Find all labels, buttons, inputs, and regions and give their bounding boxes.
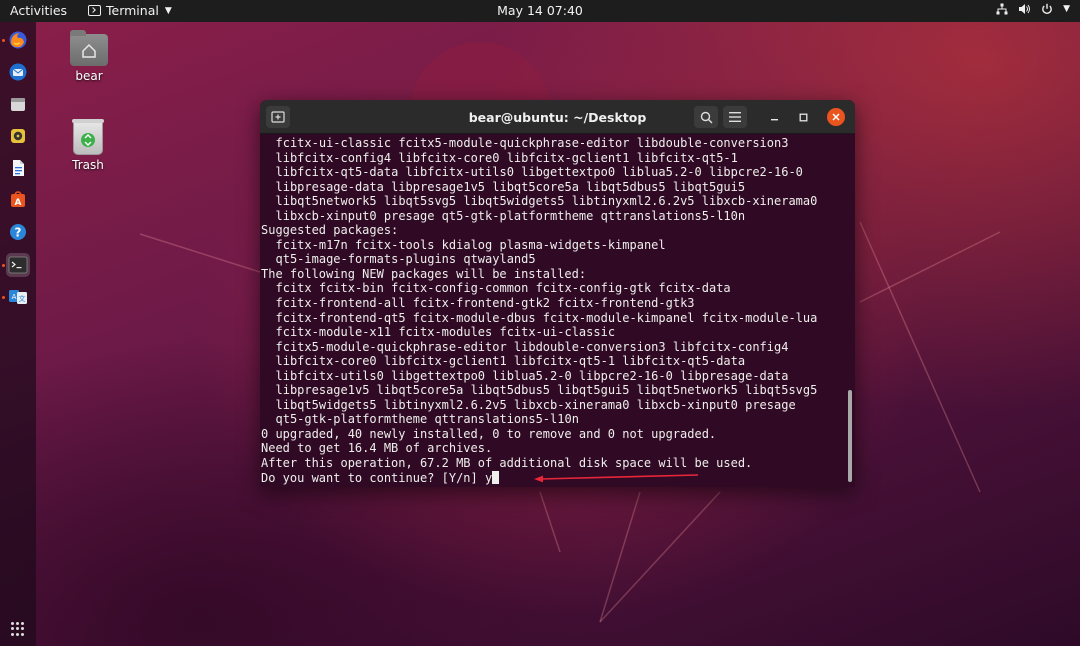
home-folder-icon	[70, 30, 108, 66]
terminal-line: libqt5widgets5 libtinyxml2.6.2v5 libxcb-…	[275, 397, 796, 412]
minimize-icon	[770, 118, 778, 120]
activities-button[interactable]: Activities	[10, 3, 67, 18]
desktop-icon-label: bear	[75, 69, 103, 83]
system-menu-caret-icon[interactable]: ▼	[1063, 4, 1070, 14]
terminal-window[interactable]: bear@ubuntu: ~/Desktop fcitx-ui-classic …	[260, 100, 855, 487]
terminal-line: qt5-image-formats-plugins qtwayland5	[275, 252, 536, 267]
terminal-line: libpresage-data libpresage1v5 libqt5core…	[275, 179, 746, 194]
thunderbird-icon[interactable]	[6, 60, 30, 84]
prompt-input[interactable]: y	[485, 471, 492, 485]
terminal-line: libfcitx-qt5-data libfcitx-utils0 libget…	[275, 165, 803, 180]
close-icon	[832, 113, 840, 121]
terminal-icon[interactable]	[6, 253, 30, 277]
text-cursor	[492, 470, 500, 484]
top-bar: Activities Terminal ▼ May 14 07:40 ▼	[0, 0, 1080, 22]
hamburger-menu-button[interactable]	[723, 106, 747, 128]
terminal-line: Suggested packages:	[261, 223, 399, 238]
files-icon[interactable]	[6, 92, 30, 116]
show-applications-grid-icon[interactable]	[11, 622, 25, 636]
terminal-line: fcitx-frontend-qt5 fcitx-module-dbus fci…	[275, 310, 818, 325]
search-icon	[700, 111, 712, 123]
terminal-prompt-line[interactable]: Do you want to continue? [Y/n] y	[261, 470, 855, 486]
terminal-line: libxcb-xinput0 presage qt5-gtk-platformt…	[275, 208, 746, 223]
search-button[interactable]	[694, 106, 718, 128]
desktop-home-folder[interactable]: bear	[54, 30, 124, 83]
terminal-line: qt5-gtk-platformtheme qttranslations5-l1…	[275, 412, 579, 427]
clock[interactable]: May 14 07:40	[497, 3, 583, 18]
terminal-line: libpresage1v5 libqt5core5a libqt5dbus5 l…	[275, 383, 818, 398]
volume-icon[interactable]	[1018, 3, 1031, 15]
libreoffice-writer-icon[interactable]	[6, 156, 30, 180]
maximize-button[interactable]	[794, 108, 812, 126]
terminal-line: libfcitx-config4 libfcitx-core0 libfcitx…	[275, 150, 738, 165]
svg-text:A: A	[12, 293, 17, 301]
trash-icon	[72, 119, 104, 155]
system-tray[interactable]: ▼	[996, 3, 1070, 15]
terminal-line: The following NEW packages will be insta…	[261, 266, 587, 281]
terminal-output[interactable]: fcitx-ui-classic fcitx5-module-quickphra…	[260, 135, 855, 487]
svg-text:?: ?	[15, 226, 22, 240]
svg-text:A: A	[15, 198, 22, 208]
running-indicator	[2, 296, 5, 299]
language-support-icon[interactable]: A文	[6, 285, 30, 309]
terminal-line: libfcitx-core0 libfcitx-gclient1 libfcit…	[275, 354, 746, 369]
desktop-icon-label: Trash	[72, 158, 104, 172]
terminal-line: fcitx5-module-quickphrase-editor libdoub…	[275, 339, 789, 354]
continue-prompt: Do you want to continue? [Y/n]	[261, 470, 485, 485]
maximize-icon	[799, 113, 807, 121]
help-icon[interactable]: ?	[6, 220, 30, 244]
terminal-line: After this operation, 67.2 MB of additio…	[261, 456, 753, 471]
caret-down-icon: ▼	[164, 5, 172, 16]
software-center-icon[interactable]: A	[6, 188, 30, 212]
terminal-line: fcitx-module-x11 fcitx-modules fcitx-ui-…	[275, 325, 616, 340]
terminal-line: libfcitx-utils0 libgettextpo0 liblua5.2-…	[275, 368, 789, 383]
terminal-line: fcitx-frontend-all fcitx-frontend-gtk2 f…	[275, 296, 695, 311]
minimize-button[interactable]	[765, 108, 783, 126]
window-titlebar[interactable]: bear@ubuntu: ~/Desktop	[260, 100, 855, 134]
new-tab-button[interactable]	[266, 106, 290, 128]
svg-text:文: 文	[19, 294, 26, 303]
terminal-scrollbar[interactable]	[848, 390, 852, 482]
hamburger-menu-icon	[729, 112, 741, 122]
terminal-small-icon	[88, 5, 101, 16]
firefox-icon[interactable]	[6, 28, 30, 52]
rhythmbox-icon[interactable]	[6, 124, 30, 148]
terminal-line: libqt5network5 libqt5svg5 libqt5widgets5…	[275, 194, 818, 209]
terminal-line: fcitx fcitx-bin fcitx-config-common fcit…	[275, 281, 731, 296]
desktop-trash[interactable]: Trash	[53, 119, 123, 172]
network-icon[interactable]	[996, 3, 1008, 15]
dock: A ? A文	[0, 22, 36, 646]
terminal-line: fcitx-m17n fcitx-tools kdialog plasma-wi…	[275, 237, 666, 252]
running-indicator	[2, 264, 5, 267]
new-tab-icon	[271, 111, 285, 123]
app-menu-terminal[interactable]: Terminal ▼	[88, 3, 172, 18]
terminal-line: fcitx-ui-classic fcitx5-module-quickphra…	[275, 136, 789, 150]
power-icon[interactable]	[1041, 3, 1053, 15]
running-indicator	[2, 39, 5, 42]
terminal-line: Need to get 16.4 MB of archives.	[261, 441, 493, 456]
close-button[interactable]	[827, 108, 845, 126]
app-menu-label: Terminal	[106, 3, 159, 18]
terminal-line: 0 upgraded, 40 newly installed, 0 to rem…	[261, 426, 717, 441]
